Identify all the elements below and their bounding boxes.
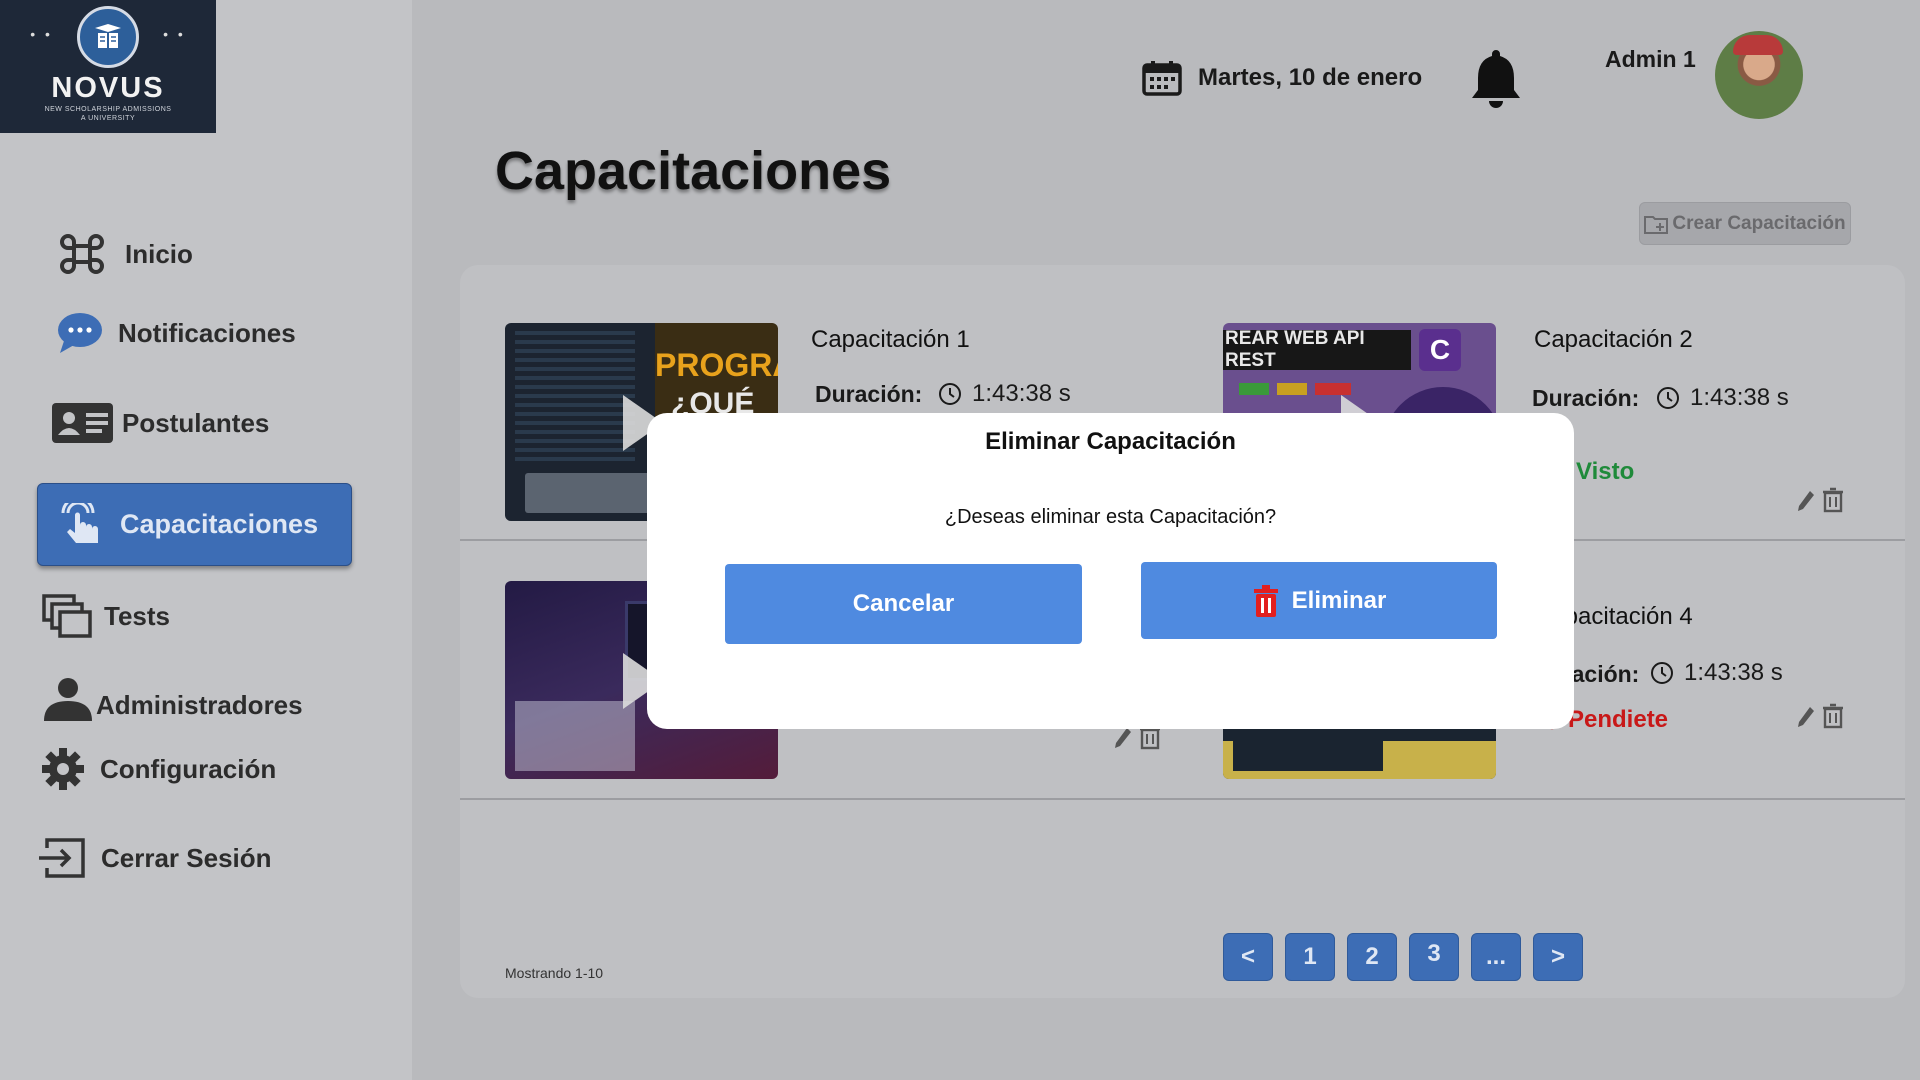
id-card-icon <box>52 403 113 443</box>
sidebar-item-administradores[interactable]: Administradores <box>42 676 303 721</box>
calendar-icon <box>1142 61 1182 96</box>
status-badge: Visto <box>1576 458 1635 485</box>
sidebar-item-inicio[interactable]: Inicio <box>57 232 193 276</box>
brand-name: NOVUS <box>51 72 165 104</box>
row-divider <box>460 798 1905 800</box>
sidebar-item-configuracion[interactable]: Configuración <box>38 747 276 791</box>
touch-hand-icon <box>61 502 98 543</box>
confirm-delete-button[interactable]: Eliminar <box>1141 562 1497 639</box>
sidebar-item-label: Capacitaciones <box>120 509 319 539</box>
date-text: Martes, 10 de enero <box>1198 64 1423 91</box>
page-title: Capacitaciones <box>495 141 892 201</box>
stacked-windows-icon <box>42 594 92 638</box>
page-button-1[interactable]: 1 <box>1285 933 1335 981</box>
trash-icon <box>1253 584 1278 617</box>
create-course-button[interactable]: Crear Capacitación <box>1639 202 1851 245</box>
trash-icon[interactable] <box>1822 487 1844 513</box>
course-actions <box>1796 487 1844 513</box>
clock-icon <box>939 383 961 405</box>
duration-value: 1:43:38 s <box>1650 659 1783 687</box>
sidebar-item-label: Postulantes <box>122 407 270 438</box>
page-button-2[interactable]: 2 <box>1347 933 1397 981</box>
sidebar-item-tests[interactable]: Tests <box>42 594 170 638</box>
logout-icon <box>39 838 85 878</box>
duration-value: 1:43:38 s <box>938 380 1071 408</box>
delete-dialog: Eliminar Capacitación ¿Deseas eliminar e… <box>647 413 1574 729</box>
course-title: Capacitación 1 <box>811 326 970 353</box>
brand-logo: • • • • NOVUS NEW SCHOLARSHIP ADMISSIONS… <box>0 0 216 133</box>
folder-plus-icon <box>1644 215 1669 234</box>
bell-icon[interactable] <box>1470 46 1522 113</box>
results-count: Mostrando 1-10 <box>505 965 604 981</box>
edit-icon[interactable] <box>1796 489 1816 513</box>
duration-value: 1:43:38 s <box>1656 384 1789 412</box>
clock-icon <box>1651 662 1673 684</box>
clock-icon <box>1657 387 1679 409</box>
sidebar: • • • • NOVUS NEW SCHOLARSHIP ADMISSIONS… <box>0 0 412 1080</box>
edit-icon[interactable] <box>1113 726 1133 750</box>
create-button-label: Crear Capacitación <box>1672 212 1846 234</box>
page-ellipsis-button[interactable]: ... <box>1471 933 1521 981</box>
logo-dots: • • • • <box>30 26 186 42</box>
pagination: < 1 2 3 ... > <box>1223 933 1583 981</box>
course-title: Capacitación 2 <box>1534 326 1693 353</box>
confirm-delete-label: Eliminar <box>1291 586 1387 614</box>
user-name: Admin 1 <box>1605 46 1696 72</box>
brand-tagline: NEW SCHOLARSHIP ADMISSIONS A UNIVERSITY <box>44 106 172 122</box>
sidebar-item-label: Administradores <box>96 690 303 720</box>
chat-bubble-icon <box>58 313 102 353</box>
sidebar-item-label: Inicio <box>125 238 193 269</box>
avatar[interactable] <box>1715 31 1803 119</box>
sidebar-item-label: Configuración <box>100 753 277 784</box>
next-page-button[interactable]: > <box>1533 933 1583 981</box>
sidebar-item-label: Cerrar Sesión <box>101 842 272 873</box>
duration-label: Duración: <box>1532 385 1640 411</box>
sidebar-item-label: Tests <box>104 600 170 631</box>
sidebar-item-capacitaciones[interactable]: Capacitaciones <box>37 483 352 566</box>
sidebar-item-cerrar-sesion[interactable]: Cerrar Sesión <box>37 836 272 880</box>
gear-icon <box>42 748 84 790</box>
cancel-button[interactable]: Cancelar <box>725 564 1082 644</box>
page-button-3[interactable]: 3 <box>1409 933 1459 981</box>
command-icon <box>60 234 104 274</box>
edit-icon[interactable] <box>1796 705 1816 729</box>
current-date: Martes, 10 de enero <box>1142 60 1422 96</box>
user-icon <box>44 677 92 721</box>
sidebar-item-label: Notificaciones <box>118 317 296 348</box>
sidebar-item-postulantes[interactable]: Postulantes <box>51 401 269 445</box>
dialog-message: ¿Deseas eliminar esta Capacitación? <box>944 506 1277 528</box>
dialog-title: Eliminar Capacitación <box>985 428 1236 455</box>
sidebar-item-notificaciones[interactable]: Notificaciones <box>56 311 296 355</box>
trash-icon[interactable] <box>1822 703 1844 729</box>
duration-label: Duración: <box>815 381 923 407</box>
prev-page-button[interactable]: < <box>1223 933 1273 981</box>
course-actions <box>1796 703 1844 729</box>
